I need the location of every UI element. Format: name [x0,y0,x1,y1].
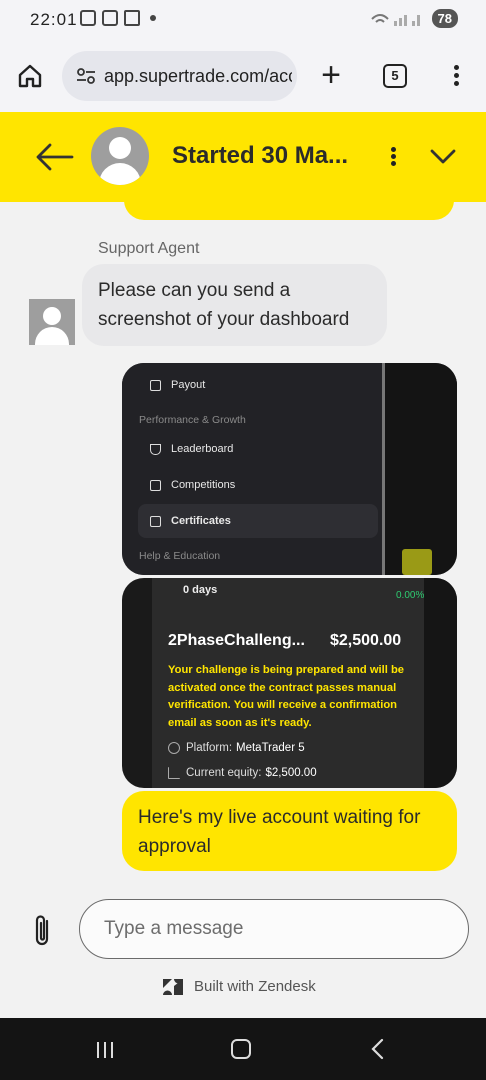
check-circle-icon [168,742,180,754]
status-time: 22:01 [30,10,78,29]
recent-apps-icon[interactable] [95,1040,115,1060]
challenge-title: 2PhaseChalleng... [168,632,305,649]
dashboard-right-edge [424,578,457,788]
screenshot-icon [80,10,96,26]
mail-icon [124,10,140,26]
wallet-icon [150,379,161,391]
dashboard-sidebar: Payout Performance & Growth Leaderboard … [122,363,382,575]
nav-leaderboard: Leaderboard [138,432,378,466]
notification-icons [80,10,156,26]
bar-chart-icon [168,767,180,779]
percent-value: 0.00% [396,590,425,601]
home-icon[interactable] [17,63,43,89]
system-navigation-bar [0,1018,486,1080]
back-arrow-icon[interactable] [34,142,74,172]
nav-section-performance: Performance & Growth [139,414,246,426]
crown-icon [150,479,161,491]
status-right: 78 [370,9,458,28]
yellow-button-edge [402,549,432,575]
home-nav-icon[interactable] [231,1039,251,1059]
browser-toolbar: app.supertrade.com/acco + 5 [0,42,486,112]
agent-message-bubble: Please can you send a screenshot of your… [82,264,387,346]
trophy-icon [150,443,161,455]
verification-notice: Your challenge is being prepared and wil… [168,664,405,729]
new-tab-button[interactable]: + [318,58,344,92]
message-list[interactable]: Support Agent Please can you send a scre… [0,202,486,888]
user-message-bubble: Here's my live account waiting for appro… [122,791,457,871]
composer: Built with Zendesk [0,888,486,1018]
challenge-amount: $2,500.00 [330,632,402,649]
battery-icon: 78 [431,9,458,28]
signal-icon [370,13,420,26]
attachment-image-2[interactable]: 0 days 0.00% 2PhaseChalleng... $2,500.00… [122,578,457,788]
document-icon [150,515,161,527]
agent-name: Support Agent [98,240,200,257]
attachment-image-1[interactable]: Payout Performance & Growth Leaderboard … [122,363,457,575]
chevron-down-icon[interactable] [430,148,456,166]
days-value: 0 days [183,584,218,596]
previous-user-bubble [124,202,454,220]
back-nav-icon[interactable] [370,1038,384,1060]
platform-line: Platform: MetaTrader 5 [168,742,305,754]
conversation-title: Started 30 Ma... [172,142,349,169]
nav-section-help: Help & Education [139,550,221,562]
nav-certificates: Certificates [138,504,378,538]
zendesk-logo-icon [163,978,183,995]
dashboard-content-edge [385,363,457,575]
nav-competitions: Competitions [138,468,378,502]
address-bar[interactable]: app.supertrade.com/acco [62,51,297,101]
agent-avatar-small [29,299,75,345]
status-bar: 22:01 78 [0,0,486,42]
paperclip-icon[interactable] [32,913,54,949]
conversation-menu-button[interactable] [385,145,401,171]
equity-line: Current equity: $2,500.00 [168,767,317,779]
site-settings-icon[interactable] [76,66,96,86]
tab-switcher-button[interactable]: 5 [383,64,407,88]
chat-header: Started 30 Ma... [0,112,486,202]
agent-avatar [91,127,149,185]
built-with-zendesk[interactable]: Built with Zendesk [163,978,316,995]
browser-menu-button[interactable] [446,62,466,92]
window-icon [102,10,118,26]
nav-payout: Payout [138,368,378,402]
challenge-card: 0 days 0.00% 2PhaseChalleng... $2,500.00… [152,578,424,788]
message-input[interactable] [79,899,469,959]
url-text: app.supertrade.com/acco [104,65,292,86]
more-notifications-icon [150,15,156,21]
